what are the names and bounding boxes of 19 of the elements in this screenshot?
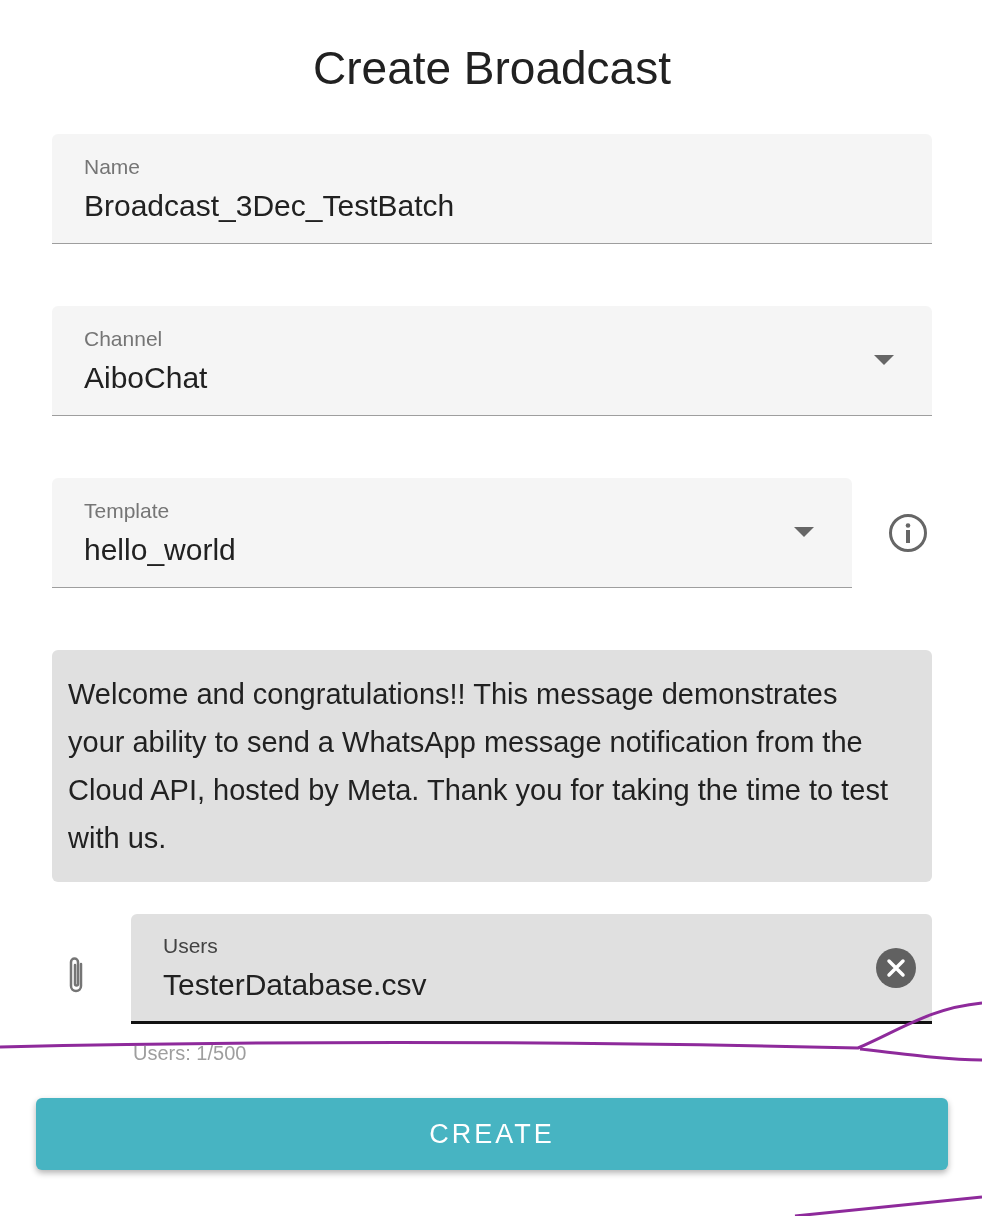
- input-field[interactable]: Name Broadcast_3Dec_TestBatch: [52, 134, 932, 244]
- form-title: Create Broadcast: [312, 41, 672, 96]
- message-preview: Welcome and congratulations!! This message demonstrates your ability to send a WhatsApp message notification from the Cloud API, hosted by Meta. Thank you for taking the time to test with us.: [52, 650, 932, 882]
- helper-text: Users: 1/500: [133, 1042, 247, 1065]
- field-value: hello_world: [84, 532, 236, 567]
- field-label: Users: [163, 933, 218, 958]
- clear-icon[interactable]: [876, 947, 916, 988]
- field-label: Template: [84, 498, 170, 523]
- field-value: Broadcast_3Dec_TestBatch: [84, 188, 455, 223]
- caret-icon: [794, 526, 814, 537]
- caret-icon: [874, 354, 894, 365]
- field-label: Channel: [84, 326, 163, 351]
- field-value: AiboChat: [84, 360, 208, 395]
- info-icon[interactable]: [888, 513, 928, 553]
- file-field[interactable]: Users TesterDatabase.csv: [131, 914, 932, 1024]
- select-field[interactable]: Template hello_world: [52, 478, 852, 588]
- select-field[interactable]: Channel AiboChat: [52, 306, 932, 416]
- field-value: TesterDatabase.csv: [163, 967, 427, 1002]
- field-label: Name: [84, 154, 141, 179]
